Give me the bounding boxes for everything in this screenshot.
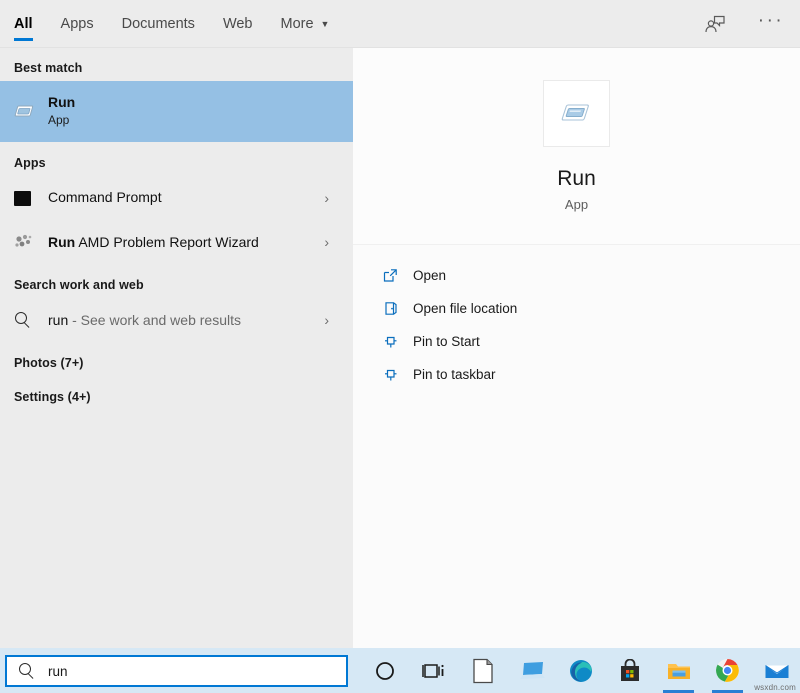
- result-run-amd-problem-report-wizard[interactable]: Run AMD Problem Report Wizard ›: [0, 220, 353, 264]
- action-open-file-location[interactable]: Open file location: [353, 292, 800, 325]
- app-preview-pane: Run App Open: [353, 0, 800, 648]
- action-pin-to-taskbar[interactable]: Pin to taskbar: [353, 358, 800, 391]
- taskbar-item-file-explorer[interactable]: [654, 648, 703, 693]
- result-title: run - See work and web results: [48, 312, 324, 328]
- taskbar-icons: [360, 648, 800, 693]
- taskbar-item-google-chrome[interactable]: [703, 648, 752, 693]
- taskbar-item-microsoft-edge[interactable]: [556, 648, 605, 693]
- action-label: Open: [413, 268, 446, 283]
- taskbar: run: [0, 648, 800, 693]
- taskbar-item-libreoffice-writer[interactable]: [458, 648, 507, 693]
- run-app-icon: [14, 102, 48, 122]
- taskbar-item-microsoft-store[interactable]: [605, 648, 654, 693]
- pin-icon: [383, 334, 413, 349]
- microsoft-store-icon: [618, 659, 642, 683]
- app-preview-name: Run: [557, 167, 596, 191]
- photos-heading[interactable]: Photos (7+): [0, 342, 353, 376]
- action-label: Pin to Start: [413, 334, 480, 349]
- best-match-subtitle: App: [48, 112, 343, 129]
- search-query-text: run: [48, 664, 68, 679]
- search-flyout: Best match Run App: [0, 0, 800, 648]
- more-options-icon[interactable]: ···: [756, 9, 786, 39]
- best-match-title: Run: [48, 94, 343, 112]
- result-web-search-run[interactable]: run - See work and web results ›: [0, 298, 353, 342]
- tab-label: More: [281, 16, 314, 32]
- title-remainder: AMD Problem Report Wizard: [75, 234, 259, 250]
- search-icon: [14, 311, 48, 329]
- action-label: Open file location: [413, 301, 517, 316]
- task-view-icon: [422, 660, 446, 682]
- command-prompt-icon: [14, 191, 48, 206]
- tab-label: All: [14, 16, 33, 32]
- app-preview-content: Run App Open: [353, 47, 800, 648]
- action-label: Pin to taskbar: [413, 367, 496, 382]
- apps-heading: Apps: [0, 142, 353, 176]
- cortana-icon: [374, 660, 396, 682]
- match-highlight: Run: [48, 234, 75, 250]
- best-match-heading: Best match: [0, 47, 353, 81]
- tab-apps[interactable]: Apps: [47, 0, 108, 47]
- tab-label: Apps: [61, 16, 94, 32]
- settings-heading[interactable]: Settings (4+): [0, 376, 353, 410]
- app-preview-card: Run App: [353, 47, 800, 245]
- taskbar-item-cortana[interactable]: [360, 648, 409, 693]
- ellipsis-glyph: ···: [758, 11, 784, 36]
- result-title: Run AMD Problem Report Wizard: [48, 234, 324, 250]
- windows-search-screen: Best match Run App: [0, 0, 800, 693]
- search-results-list: Best match Run App: [0, 47, 353, 648]
- command-prompt-text: Command Prompt: [48, 189, 324, 207]
- chevron-down-icon: ▼: [321, 20, 330, 29]
- result-title: Command Prompt: [48, 189, 324, 207]
- taskbar-item-remote-desktop[interactable]: [507, 648, 556, 693]
- tab-all[interactable]: All: [14, 0, 47, 47]
- search-work-and-web-heading: Search work and web: [0, 264, 353, 298]
- header-actions: ···: [700, 0, 786, 47]
- feedback-person-icon[interactable]: [700, 9, 730, 39]
- search-filter-tabs: All Apps Documents Web More ▼ ···: [0, 0, 800, 48]
- best-match-text: Run App: [48, 94, 343, 129]
- app-preview-kind: App: [565, 197, 588, 212]
- chevron-right-icon[interactable]: ›: [324, 313, 343, 327]
- tab-list: All Apps Documents Web More ▼: [14, 0, 343, 47]
- tab-documents[interactable]: Documents: [108, 0, 209, 47]
- taskbar-item-task-view[interactable]: [409, 648, 458, 693]
- result-best-match-run[interactable]: Run App: [0, 81, 353, 142]
- document-icon: [472, 658, 494, 684]
- chevron-right-icon[interactable]: ›: [324, 191, 343, 205]
- search-results-pane: Best match Run App: [0, 0, 353, 648]
- action-pin-to-start[interactable]: Pin to Start: [353, 325, 800, 358]
- amd-icon: [14, 233, 48, 251]
- web-result-text: run - See work and web results: [48, 312, 324, 328]
- tab-more[interactable]: More ▼: [267, 0, 344, 47]
- chevron-right-icon[interactable]: ›: [324, 235, 343, 249]
- open-external-icon: [383, 268, 413, 283]
- tab-label: Documents: [122, 16, 195, 32]
- chrome-icon: [715, 658, 740, 683]
- mail-icon: [764, 661, 790, 681]
- action-open[interactable]: Open: [353, 259, 800, 292]
- run-app-icon-large: [543, 80, 610, 147]
- edge-icon: [568, 658, 594, 684]
- amd-wizard-text: Run AMD Problem Report Wizard: [48, 234, 324, 250]
- taskbar-search-input[interactable]: run: [5, 655, 348, 687]
- open-folder-location-icon: [383, 301, 413, 316]
- watermark-text: wsxdn.com: [754, 683, 796, 692]
- remote-desktop-icon: [518, 660, 546, 682]
- pin-icon: [383, 367, 413, 382]
- search-icon: [18, 662, 36, 680]
- result-command-prompt[interactable]: Command Prompt ›: [0, 176, 353, 220]
- app-actions-list: Open Open file location: [353, 245, 800, 391]
- web-query: run: [48, 312, 68, 328]
- file-explorer-icon: [666, 660, 692, 682]
- web-suffix: - See work and web results: [68, 312, 241, 328]
- tab-web[interactable]: Web: [209, 0, 267, 47]
- tab-label: Web: [223, 16, 253, 32]
